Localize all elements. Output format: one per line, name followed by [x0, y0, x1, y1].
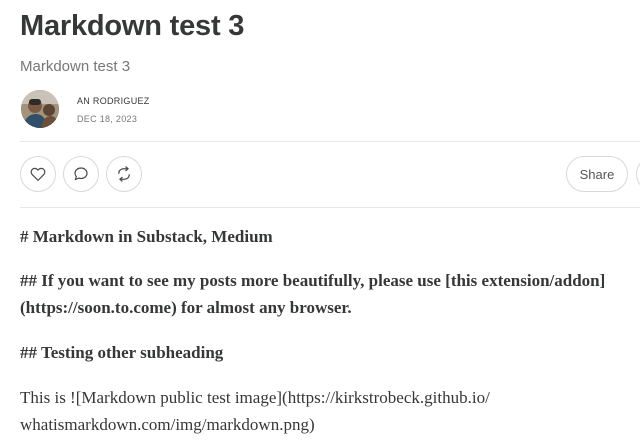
- paragraph-line: ## If you want to see my posts more beau…: [20, 271, 606, 290]
- avatar-photo-icon: [21, 90, 59, 128]
- like-button[interactable]: [20, 156, 56, 192]
- paragraph-line: (https://soon.to.come) for almost any br…: [20, 298, 352, 317]
- divider: [20, 207, 640, 208]
- post-date: DEC 18, 2023: [77, 114, 138, 124]
- comment-icon: [74, 167, 88, 181]
- heart-icon: [30, 167, 46, 181]
- restack-button[interactable]: [106, 156, 142, 192]
- paragraph-line: This is ![Markdown public test image](ht…: [20, 388, 490, 407]
- post-title: Markdown test 3: [20, 10, 245, 42]
- author-name[interactable]: AN RODRIGUEZ: [77, 96, 150, 106]
- share-button[interactable]: Share: [566, 156, 628, 192]
- more-options-button[interactable]: [636, 156, 640, 192]
- post-subtitle: Markdown test 3: [20, 58, 131, 75]
- comment-button[interactable]: [63, 156, 99, 192]
- content-paragraph: ## If you want to see my posts more beau…: [20, 267, 640, 321]
- paragraph-line: ## Testing other subheading: [20, 343, 224, 362]
- avatar[interactable]: [21, 90, 59, 128]
- divider: [20, 141, 640, 142]
- content-paragraph: # Markdown in Substack, Medium: [20, 223, 640, 250]
- restack-icon: [118, 166, 130, 182]
- content-paragraph: This is ![Markdown public test image](ht…: [20, 384, 640, 438]
- paragraph-line: # Markdown in Substack, Medium: [20, 227, 273, 246]
- paragraph-line: whatismarkdown.com/img/markdown.png): [20, 415, 315, 434]
- content-paragraph: ## Testing other subheading: [20, 339, 640, 366]
